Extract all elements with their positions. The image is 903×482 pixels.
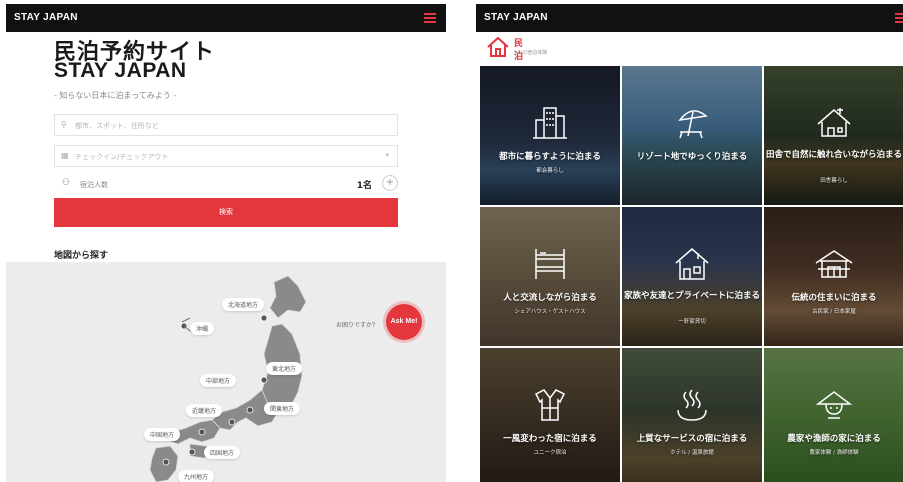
tile-resort[interactable]: リゾート地でゆっくり泊まる <box>622 66 762 205</box>
house-icon <box>675 248 709 280</box>
region-chubu[interactable]: 中部地方 <box>200 374 237 387</box>
page-title-en: STAY JAPAN <box>54 59 187 82</box>
tile-countryside[interactable]: 田舎で自然に触れ合いながら泊まる 田舎暮らし <box>764 66 903 205</box>
search-icon: ⚲ <box>61 120 67 129</box>
tile-title: 伝統の住まいに泊まる <box>791 293 877 303</box>
top-bar: STAY JAPAN <box>476 4 903 32</box>
tile-private[interactable]: 家族や友達とプライベートに泊まる 一軒家貸切 <box>622 207 762 346</box>
category-subtitle: 9つの宿泊体験 <box>514 50 548 56</box>
bunkbed-icon <box>535 249 565 279</box>
tile-subtitle: ユニーク宿泊 <box>533 450 567 456</box>
region-kanto[interactable]: 関東地方 <box>264 402 301 415</box>
plus-button[interactable]: + <box>382 175 398 191</box>
menu-icon[interactable] <box>895 13 903 23</box>
region-tohoku[interactable]: 東北地方 <box>266 362 303 375</box>
kimono-icon <box>534 389 566 421</box>
tile-title: リゾート地でゆっくり泊まる <box>636 152 748 162</box>
tile-farming[interactable]: 農家や漁師の家に泊まる 農家体験 / 漁師体験 <box>764 348 903 482</box>
ask-me-button[interactable]: Ask Me! <box>386 304 422 340</box>
tile-title: 都市に暮らすように泊まる <box>499 152 601 162</box>
map-heading: 地図から探す <box>54 251 109 261</box>
person-icon: ⚇ <box>62 178 71 188</box>
region-chugoku[interactable]: 中国地方 <box>144 428 181 441</box>
tile-unique[interactable]: 一風変わった宿に泊まる ユニーク宿泊 <box>480 348 620 482</box>
search-input[interactable]: ⚲ 都市、スポット、住所など <box>54 114 398 136</box>
guests-stepper: ⚇ 宿泊人数 1名 + <box>54 172 398 196</box>
home-icon <box>487 36 509 57</box>
right-screen: STAY JAPAN 民泊 9つの宿泊体験 都市に暮らすように泊まる 都会暮らし… <box>476 4 903 482</box>
tile-subtitle: シェアハウス・ゲストハウス <box>514 309 586 315</box>
tile-title: 農家や漁師の家に泊まる <box>787 434 881 444</box>
brand-logo[interactable]: STAY JAPAN <box>14 12 78 23</box>
onsen-icon <box>677 389 707 421</box>
tile-premium[interactable]: 上質なサービスの宿に泊まる ホテル / 温泉旅館 <box>622 348 762 482</box>
left-screen: STAY JAPAN 民泊予約サイト STAY JAPAN - 知らない日本に泊… <box>6 4 446 482</box>
tile-subtitle: 一軒家貸切 <box>678 319 706 325</box>
search-button[interactable]: 検索 <box>54 198 398 227</box>
tile-title: 家族や友達とプライベートに泊まる <box>623 291 760 301</box>
japan-map[interactable]: 北海道地方 沖縄 東北地方 中部地方 関東地方 近畿地方 中国地方 四国地方 九… <box>6 262 446 482</box>
tile-title: 人と交流しながら泊まる <box>503 293 597 303</box>
region-shikoku[interactable]: 四国地方 <box>204 446 241 459</box>
guests-label: 宿泊人数 <box>80 181 108 189</box>
menu-icon[interactable] <box>424 13 436 23</box>
farmhouse-icon <box>817 108 851 137</box>
date-input[interactable]: ▦ チェックイン/チェックアウト ▾ <box>54 145 398 167</box>
city-icon <box>533 107 567 139</box>
region-okinawa[interactable]: 沖縄 <box>190 322 215 335</box>
search-placeholder: 都市、スポット、住所など <box>75 122 159 130</box>
region-hokkaido[interactable]: 北海道地方 <box>222 298 265 311</box>
help-text: お困りですか？ <box>336 322 379 329</box>
tile-title: 上質なサービスの宿に泊まる <box>636 434 748 444</box>
tagline: - 知らない日本に泊まってみよう - <box>54 91 177 100</box>
date-placeholder: チェックイン/チェックアウト <box>75 153 169 161</box>
brand-logo[interactable]: STAY JAPAN <box>484 12 548 23</box>
guests-value: 1名 <box>356 181 372 191</box>
tile-title: 一風変わった宿に泊まる <box>503 434 597 444</box>
farmer-hat-icon <box>815 391 853 419</box>
tile-sharehouse[interactable]: 人と交流しながら泊まる シェアハウス・ゲストハウス <box>480 207 620 346</box>
calendar-icon: ▦ <box>61 151 69 160</box>
category-grid: 都市に暮らすように泊まる 都会暮らし リゾート地でゆっくり泊まる 田舎で自然に触… <box>480 66 903 482</box>
tile-subtitle: 都会暮らし <box>536 168 564 174</box>
tile-subtitle: 古民家 / 日本家屋 <box>812 309 856 315</box>
tile-city[interactable]: 都市に暮らすように泊まる 都会暮らし <box>480 66 620 205</box>
parasol-icon <box>678 110 708 139</box>
top-bar: STAY JAPAN <box>6 4 446 32</box>
tile-traditional[interactable]: 伝統の住まいに泊まる 古民家 / 日本家屋 <box>764 207 903 346</box>
tile-title: 田舎で自然に触れ合いながら泊まる <box>765 150 902 160</box>
traditional-house-icon <box>815 250 853 278</box>
chevron-down-icon: ▾ <box>385 151 389 159</box>
region-kinki[interactable]: 近畿地方 <box>186 404 223 417</box>
tile-subtitle: ホテル / 温泉旅館 <box>670 450 714 456</box>
tile-subtitle: 農家体験 / 漁師体験 <box>809 450 859 456</box>
tile-subtitle: 田舎暮らし <box>820 178 848 184</box>
region-kyushu[interactable]: 九州地方 <box>178 470 215 482</box>
